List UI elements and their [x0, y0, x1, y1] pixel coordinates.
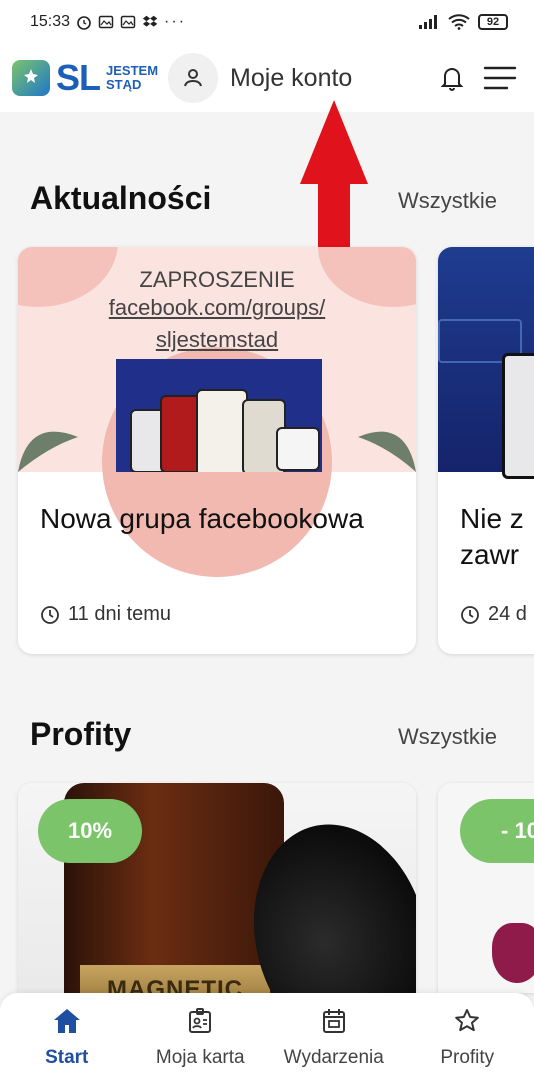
star-icon: [455, 1009, 480, 1032]
wifi-icon: [448, 14, 470, 30]
invite-link-line1: facebook.com/groups/: [108, 295, 326, 320]
alarm-icon: [77, 16, 91, 30]
jar-label: MAGNETIC: [80, 965, 270, 993]
news-see-all-link[interactable]: Wszystkie: [398, 188, 497, 214]
nav-profity[interactable]: Profity: [402, 1007, 532, 1069]
discount-badge: - 10: [460, 799, 534, 863]
news-card[interactable]: ZAPROSZENIE facebook.com/groups/ sljeste…: [18, 247, 416, 654]
app-logo[interactable]: SL JESTEM STĄD: [12, 57, 158, 99]
profits-see-all-link[interactable]: Wszystkie: [398, 724, 497, 750]
leaf-decoration-icon: [358, 431, 416, 472]
bottom-navigation: Start Moja karta Wydarzenia Profity: [0, 993, 534, 1083]
status-time: 15:33: [30, 13, 71, 30]
account-button[interactable]: Moje konto: [168, 53, 352, 103]
news-card-image: [438, 247, 534, 479]
notifications-button[interactable]: [430, 65, 474, 91]
nav-moja-karta[interactable]: Moja karta: [135, 1007, 265, 1069]
menu-button[interactable]: [474, 65, 526, 91]
clock-icon: [41, 605, 59, 624]
id-card-icon: [189, 1008, 212, 1033]
calendar-icon: [322, 1009, 345, 1033]
battery-icon: 92: [478, 14, 508, 30]
news-section-title: Aktualności: [30, 180, 212, 216]
nav-start[interactable]: Start: [2, 1007, 132, 1069]
gallery-icon: [120, 15, 136, 29]
nav-wydarzenia[interactable]: Wydarzenia: [269, 1007, 399, 1069]
logo-line1: JESTEM: [106, 63, 159, 78]
logo-text: JESTEM STĄD: [106, 64, 158, 92]
news-card-time: 24 d: [488, 603, 527, 625]
more-dots-icon: ···: [164, 13, 187, 30]
home-icon: [53, 1009, 80, 1033]
news-card[interactable]: Nie z zawr 24 d: [438, 247, 534, 654]
news-card-image: ZAPROSZENIE facebook.com/groups/ sljeste…: [18, 247, 416, 577]
user-icon: [168, 53, 219, 103]
logo-sl: SL: [56, 57, 101, 98]
news-card-title: Nie z zawr: [460, 503, 524, 570]
invite-heading: ZAPROSZENIE: [139, 267, 295, 292]
logo-line2: STĄD: [106, 77, 142, 92]
signal-icon: [419, 15, 437, 29]
status-bar: 15:33 ··· 92: [0, 0, 534, 44]
nav-label: Profity: [440, 1047, 495, 1068]
invite-link-line2: sljestemstad: [155, 327, 279, 352]
app-mockup-banner: [116, 359, 322, 472]
logo-mark-icon: [12, 60, 50, 96]
news-card-meta: 11 dni temu: [40, 603, 171, 626]
gallery-icon: [98, 15, 114, 29]
leaf-decoration-icon: [18, 431, 78, 472]
account-label: Moje konto: [230, 63, 353, 92]
clock-icon: [461, 605, 479, 624]
nav-label: Start: [45, 1047, 89, 1068]
status-right: 92: [418, 14, 508, 30]
news-card-meta: 24 d: [460, 603, 527, 626]
dropbox-icon: [142, 15, 158, 27]
profit-card[interactable]: - 10: [438, 783, 534, 993]
discount-badge: 10%: [38, 799, 142, 863]
news-card-time: 11 dni temu: [68, 603, 172, 625]
news-card-title: Nowa grupa facebookowa: [40, 503, 364, 534]
nav-label: Wydarzenia: [283, 1047, 384, 1068]
profit-card[interactable]: MAGNETIC 10%: [18, 783, 416, 993]
bell-icon: [440, 68, 464, 91]
hamburger-menu-icon: [483, 66, 517, 90]
app-header: SL JESTEM STĄD Moje konto: [0, 44, 534, 112]
profits-section-title: Profity: [30, 716, 132, 752]
nav-label: Moja karta: [155, 1047, 245, 1068]
status-left: 15:33 ···: [30, 13, 186, 31]
